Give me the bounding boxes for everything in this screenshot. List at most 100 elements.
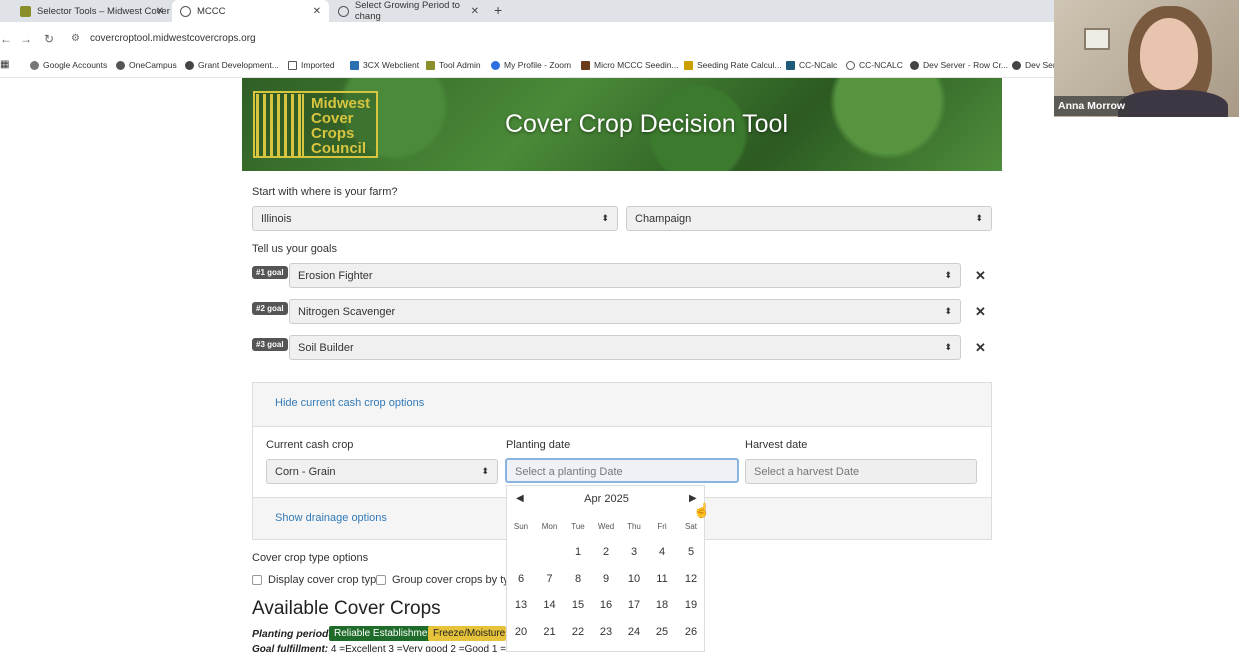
- bookmark-cc-ncalc[interactable]: CC-NCalc: [786, 60, 837, 70]
- calendar-weekday-label: Mon: [541, 522, 558, 531]
- display-type-checkbox[interactable]: [252, 575, 262, 585]
- calendar-day[interactable]: 17: [620, 599, 648, 611]
- new-tab-icon[interactable]: +: [494, 2, 502, 18]
- select-caret-icon: ⬍: [975, 213, 983, 223]
- goals-label: Tell us your goals: [252, 243, 337, 255]
- bookmark-dev-server-row[interactable]: Dev Server - Row Cr...: [910, 60, 1008, 70]
- calendar-day[interactable]: 15: [564, 599, 592, 611]
- close-icon[interactable]: ✕: [471, 6, 479, 17]
- calendar-day[interactable]: 18: [648, 599, 676, 611]
- calendar-day[interactable]: 25: [648, 626, 676, 638]
- select-caret-icon: ⬍: [944, 270, 952, 280]
- county-select[interactable]: Champaign ⬍: [626, 206, 992, 231]
- harvest-date-input[interactable]: Select a harvest Date: [745, 459, 977, 484]
- remove-goal-1-icon[interactable]: ✕: [975, 268, 986, 284]
- tab-selector-tools[interactable]: Selector Tools – Midwest Cover ✕: [12, 0, 172, 22]
- calendar-day[interactable]: 5: [677, 546, 705, 558]
- calendar-day[interactable]: 19: [677, 599, 705, 611]
- tab-select-growing-period[interactable]: Select Growing Period to chang ✕: [330, 0, 487, 22]
- calendar-day[interactable]: 22: [564, 626, 592, 638]
- bookmark-zoom-profile[interactable]: My Profile - Zoom: [491, 60, 571, 70]
- bookmark-dev-server[interactable]: Dev Ser: [1012, 60, 1056, 70]
- zoom-icon: [491, 60, 500, 70]
- bookmarks-bar: ▦ Google Accounts OneCampus Grant Develo…: [0, 56, 1056, 78]
- bookmark-tool-admin[interactable]: Tool Admin: [426, 60, 481, 70]
- bookmark-grant-development[interactable]: Grant Development...: [185, 60, 279, 70]
- calendar-day[interactable]: 1: [564, 546, 592, 558]
- remove-goal-2-icon[interactable]: ✕: [975, 304, 986, 320]
- bookmark-google-accounts[interactable]: Google Accounts: [30, 60, 107, 70]
- bookmark-onecampus[interactable]: OneCampus: [116, 60, 177, 70]
- goal-2-select[interactable]: Nitrogen Scavenger ⬍: [289, 299, 961, 324]
- calendar-day[interactable]: 26: [677, 626, 705, 638]
- planting-date-label: Planting date: [506, 439, 571, 451]
- bookmark-label: 3CX Webclient: [363, 60, 420, 70]
- back-arrow-icon[interactable]: ←: [0, 32, 12, 46]
- reliable-establishment-chip: Reliable Establishment: [329, 626, 441, 641]
- remove-goal-3-icon[interactable]: ✕: [975, 340, 986, 356]
- calendar-day[interactable]: 7: [536, 573, 564, 585]
- calendar-day[interactable]: 21: [536, 626, 564, 638]
- calendar-day[interactable]: 10: [620, 573, 648, 585]
- hide-cash-crop-options-link[interactable]: Hide current cash crop options: [275, 397, 424, 409]
- globe-icon: [910, 60, 919, 70]
- state-select-value: Illinois: [261, 213, 292, 225]
- calendar-day[interactable]: 20: [507, 626, 535, 638]
- state-select[interactable]: Illinois ⬍: [252, 206, 618, 231]
- close-icon[interactable]: ✕: [313, 6, 321, 17]
- cash-crop-select[interactable]: Corn - Grain ⬍: [266, 459, 498, 484]
- calendar-weekday-label: Sun: [513, 522, 529, 531]
- goal-select-value: Soil Builder: [298, 342, 354, 354]
- planting-periods-label: Planting periods:: [252, 628, 338, 640]
- calendar-day[interactable]: 2: [592, 546, 620, 558]
- calendar-day[interactable]: 8: [564, 573, 592, 585]
- micro-mccc-icon: [581, 60, 590, 70]
- type-options-label: Cover crop type options: [252, 552, 369, 564]
- harvest-date-placeholder: Select a harvest Date: [754, 466, 860, 478]
- url-field[interactable]: covercroptool.midwestcovercrops.org: [90, 33, 256, 44]
- bookmark-cc-ncalc-2[interactable]: CC-NCALC: [846, 60, 903, 70]
- apps-grid-icon[interactable]: ▦: [0, 59, 9, 70]
- bookmark-imported[interactable]: Imported: [288, 60, 335, 70]
- hand-cursor-icon: ☝: [693, 502, 711, 518]
- site-settings-icon[interactable]: ⚙: [71, 33, 80, 44]
- calendar-day[interactable]: 3: [620, 546, 648, 558]
- bookmark-seeding-rate[interactable]: Seeding Rate Calcul...: [684, 60, 782, 70]
- calendar-day[interactable]: 16: [592, 599, 620, 611]
- calendar-day[interactable]: 12: [677, 573, 705, 585]
- calendar-day[interactable]: 24: [620, 626, 648, 638]
- goal-1-select[interactable]: Erosion Fighter ⬍: [289, 263, 961, 288]
- goal-rank-badge: #2 goal: [252, 302, 288, 315]
- group-by-type-label: Group cover crops by type: [392, 574, 522, 586]
- logo-text: Midwest Cover Crops Council: [305, 93, 370, 156]
- globe-icon: [185, 60, 194, 70]
- cash-crop-select-value: Corn - Grain: [275, 466, 336, 478]
- bookmark-label: My Profile - Zoom: [504, 60, 572, 70]
- goal-3-select[interactable]: Soil Builder ⬍: [289, 335, 961, 360]
- calendar-day[interactable]: 9: [592, 573, 620, 585]
- forward-arrow-icon[interactable]: →: [20, 32, 32, 46]
- close-icon[interactable]: ✕: [156, 6, 164, 17]
- reload-icon[interactable]: ↻: [44, 32, 54, 46]
- mccc-logo[interactable]: Midwest Cover Crops Council: [253, 91, 378, 158]
- tab-mccc[interactable]: MCCC ✕: [172, 0, 329, 22]
- calendar-day[interactable]: 23: [592, 626, 620, 638]
- farm-location-label: Start with where is your farm?: [252, 186, 398, 198]
- calendar-day[interactable]: 11: [648, 573, 676, 585]
- planting-date-input[interactable]: Select a planting Date: [505, 458, 739, 483]
- bookmark-3cx-webclient[interactable]: 3CX Webclient: [350, 60, 419, 70]
- calendar-day[interactable]: 13: [507, 599, 535, 611]
- group-by-type-checkbox[interactable]: [376, 575, 386, 585]
- tab-label: Selector Tools – Midwest Cover: [37, 5, 170, 17]
- calendar-day[interactable]: 6: [507, 573, 535, 585]
- show-drainage-options-link[interactable]: Show drainage options: [275, 512, 387, 524]
- address-bar-row: ← → ↻ ⚙ covercroptool.midwestcovercrops.…: [0, 22, 1054, 56]
- calendar-day[interactable]: 14: [536, 599, 564, 611]
- calendar-day[interactable]: 4: [648, 546, 676, 558]
- bookmark-label: Micro MCCC Seedin...: [594, 60, 679, 70]
- presenter-body: [1118, 90, 1228, 117]
- freeze-moisture-risk-chip: Freeze/Moisture Ri: [428, 626, 506, 641]
- onecampus-icon: [116, 60, 125, 70]
- select-caret-icon: ⬍: [944, 306, 952, 316]
- bookmark-micro-mccc[interactable]: Micro MCCC Seedin...: [581, 60, 679, 70]
